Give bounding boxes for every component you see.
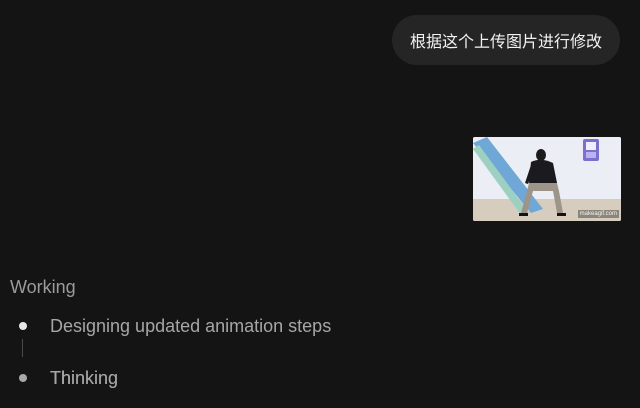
image-watermark: makeagif.com: [577, 210, 619, 218]
dancing-person-image: [473, 137, 621, 221]
step-connector-line: [22, 339, 23, 357]
step-label: Designing updated animation steps: [50, 316, 332, 336]
step-done-dot-icon: [19, 322, 27, 330]
step-pending-dot-icon: [19, 374, 27, 382]
status-heading: Working: [10, 277, 76, 297]
progress-step: Thinking: [0, 366, 640, 390]
attached-image-thumbnail[interactable]: makeagif.com: [473, 137, 621, 221]
user-message-text: 根据这个上传图片进行修改: [409, 32, 602, 51]
step-label-thinking: Thinking: [50, 368, 119, 388]
chat-view: 根据这个上传图片进行修改 makeagif.com Working Design…: [0, 0, 640, 408]
progress-step: Designing updated animation steps: [0, 314, 640, 338]
user-message-bubble: 根据这个上传图片进行修改: [391, 15, 620, 65]
